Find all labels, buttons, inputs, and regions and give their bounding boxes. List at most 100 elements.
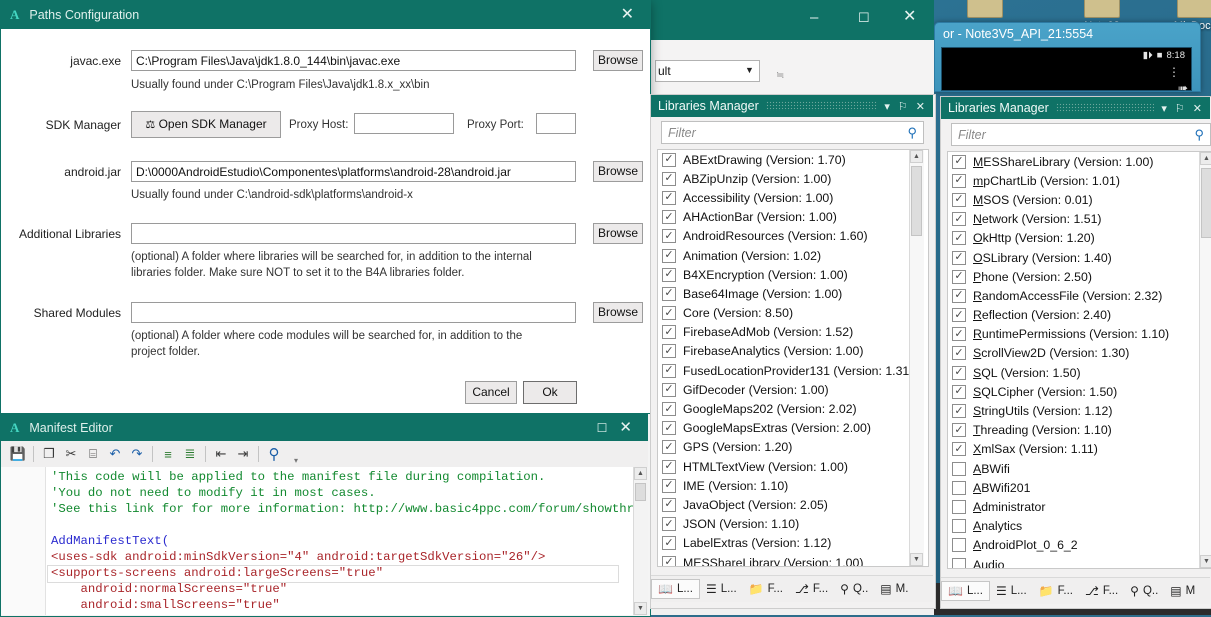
library-checkbox[interactable] — [952, 538, 966, 552]
library-checkbox[interactable] — [662, 536, 676, 550]
android-jar-browse-button[interactable]: Browse — [593, 161, 643, 182]
javac-path-input[interactable]: C:\Program Files\Java\jdk1.8.0_144\bin\j… — [131, 50, 576, 71]
library-list-item[interactable]: ScrollView2D (Version: 1.30) — [948, 344, 1211, 363]
close-icon[interactable]: ✕ — [619, 420, 632, 435]
library-checkbox[interactable] — [662, 498, 676, 512]
library-checkbox[interactable] — [952, 251, 966, 265]
library-checkbox[interactable] — [662, 191, 676, 205]
library-checkbox[interactable] — [662, 517, 676, 531]
library-checkbox[interactable] — [662, 460, 676, 474]
shared-modules-browse-button[interactable]: Browse — [593, 302, 643, 323]
library-list-item[interactable]: ABWifi — [948, 459, 1211, 478]
chevron-down-icon[interactable]: ▾ — [884, 100, 890, 113]
library-list-item[interactable]: SQLCipher (Version: 1.50) — [948, 382, 1211, 401]
library-checkbox[interactable] — [952, 519, 966, 533]
library-list-item[interactable]: FirebaseAdMob (Version: 1.52) — [658, 323, 928, 342]
scrollbar-thumb[interactable] — [911, 166, 922, 236]
libraries-right-scrollbar[interactable]: ▲ ▼ — [1199, 152, 1211, 568]
libraries-right-list[interactable]: MESShareLibrary (Version: 1.00)mpChartLi… — [947, 151, 1211, 569]
android-emulator-window[interactable]: or - Note3V5_API_21:5554 ▮⏵ ■ 8:18 ⋮ ➠ — [934, 22, 1201, 92]
library-checkbox[interactable] — [952, 270, 966, 284]
library-checkbox[interactable] — [952, 442, 966, 456]
scroll-up-icon[interactable]: ▲ — [910, 150, 923, 163]
tab-quick-search[interactable]: ⚲Q.. — [1124, 581, 1164, 601]
copy-icon[interactable]: ❐ — [38, 443, 60, 465]
chevron-down-icon[interactable]: ▾ — [1161, 102, 1167, 115]
tab-find[interactable]: ⎇F... — [1079, 581, 1124, 601]
scroll-up-icon[interactable]: ▲ — [1200, 152, 1211, 165]
tab-files[interactable]: 📁F... — [743, 579, 789, 599]
library-checkbox[interactable] — [952, 423, 966, 437]
library-checkbox[interactable] — [662, 287, 676, 301]
library-list-item[interactable]: OSLibrary (Version: 1.40) — [948, 248, 1211, 267]
library-checkbox[interactable] — [952, 366, 966, 380]
library-checkbox[interactable] — [662, 344, 676, 358]
comment-icon[interactable]: ≡ — [157, 443, 179, 465]
drag-grip-icon[interactable] — [766, 101, 878, 111]
ok-button[interactable]: Ok — [523, 381, 577, 404]
library-checkbox[interactable] — [662, 268, 676, 282]
library-list-item[interactable]: MSOS (Version: 0.01) — [948, 190, 1211, 209]
outdent-icon[interactable]: ⇤ — [210, 443, 232, 465]
redo-icon[interactable]: ↷ — [126, 443, 148, 465]
tab-quick-search[interactable]: ⚲Q.. — [834, 579, 874, 599]
library-list-item[interactable]: Administrator — [948, 497, 1211, 516]
library-list-item[interactable]: AndroidResources (Version: 1.60) — [658, 227, 928, 246]
library-list-item[interactable]: AHActionBar (Version: 1.00) — [658, 208, 928, 227]
library-checkbox[interactable] — [662, 210, 676, 224]
library-checkbox[interactable] — [662, 479, 676, 493]
paste-icon[interactable]: ⌸ — [82, 443, 104, 465]
toolbar-overflow-icon[interactable]: ▾ — [285, 443, 307, 465]
library-checkbox[interactable] — [952, 481, 966, 495]
library-checkbox[interactable] — [952, 231, 966, 245]
tab-modules[interactable]: ▤M — [1164, 581, 1201, 601]
library-list-item[interactable]: AndroidPlot_0_6_2 — [948, 536, 1211, 555]
library-checkbox[interactable] — [952, 558, 966, 569]
android-jar-path-input[interactable]: D:\0000AndroidEstudio\Componentes\platfo… — [131, 161, 576, 182]
library-checkbox[interactable] — [662, 325, 676, 339]
library-list-item[interactable]: GPS (Version: 1.20) — [658, 438, 928, 457]
library-list-item[interactable]: GoogleMapsExtras (Version: 2.00) — [658, 419, 928, 438]
library-checkbox[interactable] — [952, 327, 966, 341]
tab-libraries[interactable]: 📖L... — [941, 581, 990, 601]
tab-find[interactable]: ⎇F... — [789, 579, 834, 599]
library-checkbox[interactable] — [662, 556, 676, 567]
library-list-item[interactable]: LabelExtras (Version: 1.12) — [658, 534, 928, 553]
close-icon[interactable]: ✕ — [621, 7, 634, 23]
close-icon[interactable]: ✕ — [1193, 102, 1202, 115]
library-list-item[interactable]: ABZipUnzip (Version: 1.00) — [658, 169, 928, 188]
manifest-code-editor[interactable]: 1 2 3 4 5 6 7 8 9 'This code will be app… — [1, 467, 648, 615]
library-list-item[interactable]: JavaObject (Version: 2.05) — [658, 495, 928, 514]
library-checkbox[interactable] — [662, 172, 676, 186]
library-list-item[interactable]: HTMLTextView (Version: 1.00) — [658, 457, 928, 476]
library-checkbox[interactable] — [662, 306, 676, 320]
emulator-screen[interactable]: ▮⏵ ■ 8:18 ⋮ — [941, 47, 1192, 91]
library-checkbox[interactable] — [952, 308, 966, 322]
proxy-host-input[interactable] — [354, 113, 454, 134]
library-list-item[interactable]: Analytics — [948, 517, 1211, 536]
chevron-down-icon[interactable]: ▼ — [745, 65, 754, 75]
additional-libraries-browse-button[interactable]: Browse — [593, 223, 643, 244]
tab-logs[interactable]: ☰L... — [990, 581, 1033, 601]
scroll-down-icon[interactable]: ▼ — [1200, 555, 1211, 568]
library-checkbox[interactable] — [662, 383, 676, 397]
library-list-item[interactable]: Animation (Version: 1.02) — [658, 246, 928, 265]
cancel-button[interactable]: Cancel — [465, 381, 517, 404]
shared-modules-input[interactable] — [131, 302, 576, 323]
library-list-item[interactable]: Phone (Version: 2.50) — [948, 267, 1211, 286]
tab-libraries[interactable]: 📖L... — [651, 579, 700, 599]
library-checkbox[interactable] — [952, 500, 966, 514]
overflow-menu-icon[interactable]: ⋮ — [1168, 70, 1180, 75]
library-list-item[interactable]: JSON (Version: 1.10) — [658, 515, 928, 534]
uncomment-icon[interactable]: ≣ — [179, 443, 201, 465]
library-checkbox[interactable] — [952, 174, 966, 188]
library-list-item[interactable]: FusedLocationProvider131 (Version: 1.31) — [658, 361, 928, 380]
pin-icon[interactable]: ⚐ — [1175, 102, 1185, 115]
cut-icon[interactable]: ✂ — [60, 443, 82, 465]
library-list-item[interactable]: RandomAccessFile (Version: 2.32) — [948, 286, 1211, 305]
library-checkbox[interactable] — [662, 229, 676, 243]
indent-icon[interactable]: ⇥ — [232, 443, 254, 465]
libraries-left-list[interactable]: ABExtDrawing (Version: 1.70)ABZipUnzip (… — [657, 149, 929, 567]
library-list-item[interactable]: Network (Version: 1.51) — [948, 210, 1211, 229]
close-icon[interactable]: ✕ — [916, 100, 925, 113]
